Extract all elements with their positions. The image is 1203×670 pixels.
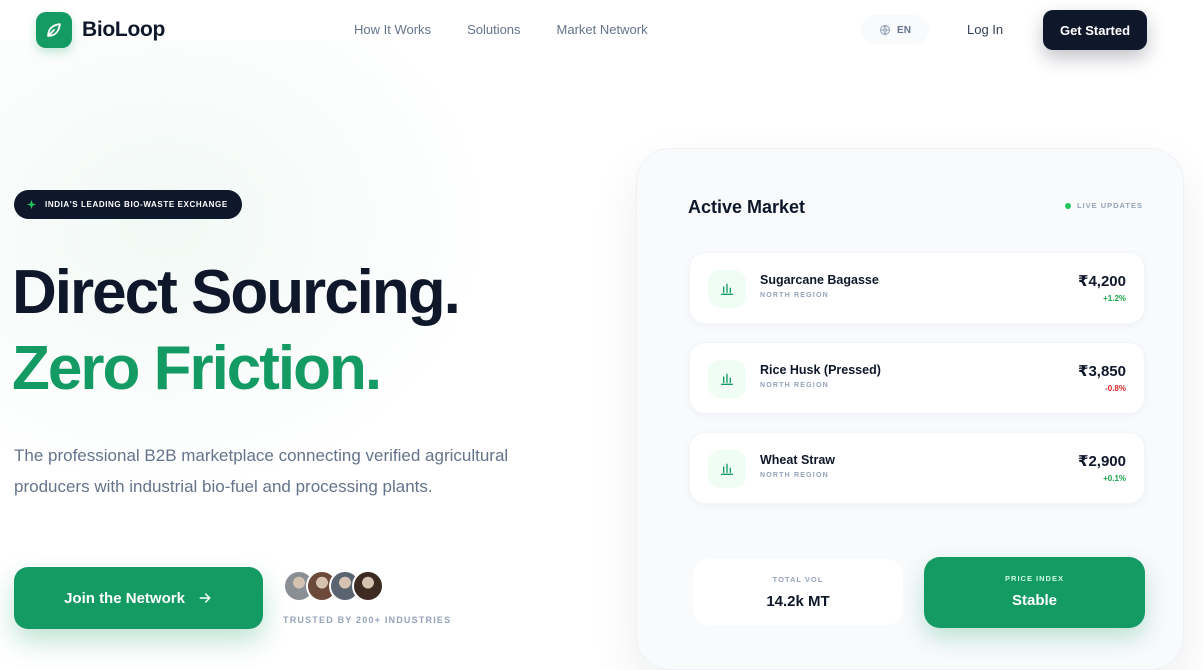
market-item-price: ₹3,850: [1078, 363, 1126, 380]
arrow-right-icon: [199, 593, 211, 603]
brand-logo[interactable]: BioLoop: [36, 12, 165, 48]
join-network-button[interactable]: Join the Network: [14, 567, 263, 629]
login-link[interactable]: Log In: [967, 22, 1003, 37]
top-navigation: BioLoop How It Works Solutions Market Ne…: [0, 0, 1203, 62]
main-menu: How It Works Solutions Market Network: [354, 22, 684, 37]
price-index-label: PRICE INDEX: [1005, 574, 1064, 583]
live-dot-icon: [1064, 202, 1071, 209]
sparkle-icon: [26, 199, 37, 210]
total-volume-value: 14.2k MT: [766, 593, 830, 610]
market-item-name: Sugarcane Bagasse: [760, 273, 879, 287]
total-volume-stat: TOTAL VOL 14.2k MT: [693, 559, 903, 625]
market-item-region: NORTH REGION: [760, 472, 829, 479]
language-code: EN: [897, 24, 911, 36]
bar-chart-icon: [708, 270, 746, 308]
hero-description: The professional B2B marketplace connect…: [14, 446, 509, 496]
hero-headline-primary: Direct Sourcing.: [12, 258, 461, 327]
live-updates-label: LIVE UPDATES: [1076, 201, 1143, 210]
market-item[interactable]: Wheat Straw NORTH REGION ₹2,900 +0.1%: [689, 432, 1145, 504]
get-started-button[interactable]: Get Started: [1043, 10, 1147, 50]
market-item-name: Wheat Straw: [760, 453, 836, 467]
leaf-icon: [36, 12, 72, 48]
nav-link-solutions[interactable]: Solutions: [467, 22, 520, 37]
price-index-stat[interactable]: PRICE INDEX Stable: [924, 557, 1145, 628]
total-volume-label: TOTAL VOL: [772, 575, 824, 584]
hero-badge-text: INDIA'S LEADING BIO-WASTE EXCHANGE: [45, 200, 228, 209]
language-selector[interactable]: EN: [861, 15, 929, 45]
trusted-by-text: TRUSTED BY 200+ INDUSTRIES: [283, 615, 452, 625]
trusted-avatars: [283, 570, 384, 602]
nav-link-market-network[interactable]: Market Network: [557, 22, 648, 37]
market-item[interactable]: Sugarcane Bagasse NORTH REGION ₹4,200 +1…: [689, 252, 1145, 324]
brand-name: BioLoop: [82, 18, 166, 41]
market-item-region: NORTH REGION: [760, 292, 829, 299]
join-network-label: Join the Network: [64, 589, 185, 607]
market-item[interactable]: Rice Husk (Pressed) NORTH REGION ₹3,850 …: [689, 342, 1145, 414]
live-updates-indicator: LIVE UPDATES: [1064, 201, 1143, 210]
price-index-value: Stable: [1011, 592, 1057, 609]
market-item-change: -0.8%: [1105, 384, 1126, 393]
hero-badge: INDIA'S LEADING BIO-WASTE EXCHANGE: [14, 190, 242, 219]
market-title: Active Market: [688, 197, 806, 217]
nav-link-how-it-works[interactable]: How It Works: [354, 22, 431, 37]
active-market-card: Active Market LIVE UPDATES Sugarcane Bag…: [636, 148, 1184, 670]
market-item-price: ₹4,200: [1078, 273, 1126, 290]
avatar: [352, 570, 384, 602]
hero-headline-accent: Zero Friction.: [12, 334, 382, 403]
market-item-price: ₹2,900: [1078, 453, 1126, 470]
market-item-region: NORTH REGION: [760, 382, 829, 389]
globe-icon: [880, 24, 891, 36]
market-item-name: Rice Husk (Pressed): [760, 363, 881, 377]
bar-chart-icon: [708, 450, 746, 488]
market-item-change: +0.1%: [1103, 474, 1126, 483]
bar-chart-icon: [708, 360, 746, 398]
market-item-change: +1.2%: [1103, 294, 1126, 303]
